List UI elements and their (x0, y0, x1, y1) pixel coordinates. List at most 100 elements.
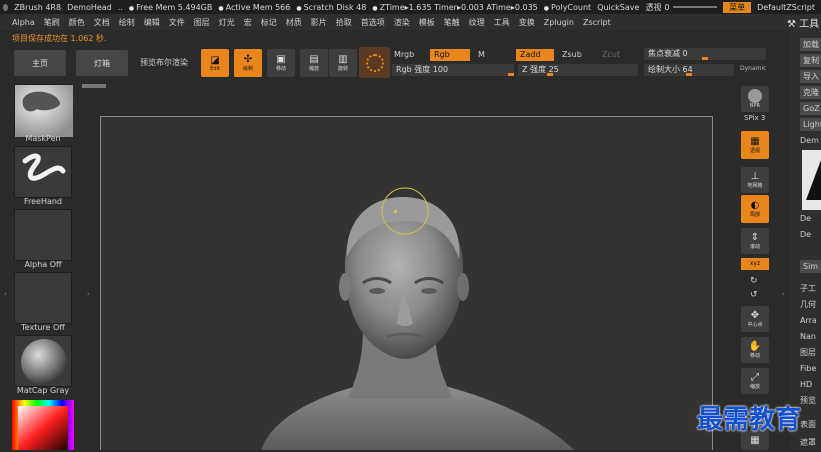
rgb-intensity-slider[interactable]: Rgb 强度 100 (392, 64, 514, 76)
document-canvas[interactable] (100, 116, 713, 450)
status-message: 项目保存成功在 1.062 秒. (12, 34, 107, 43)
z-intensity-slider[interactable]: Z 强度 25 (518, 64, 638, 76)
masking-menu[interactable]: 遮罩 (800, 436, 821, 449)
left-collapse-arrow[interactable]: ‹ (4, 290, 7, 298)
copy-tool-button[interactable]: 复制 (800, 54, 821, 67)
opacity-slider[interactable] (672, 6, 718, 8)
geometry-menu[interactable]: 几何 (800, 298, 821, 311)
scroll-button[interactable]: ⇕ 滚动 (741, 228, 769, 254)
hand-icon: ✋ (748, 341, 762, 352)
menu-render[interactable]: 渲染 (394, 17, 410, 28)
dynamic-toggle[interactable]: Dynamic (740, 65, 766, 72)
left-inner-collapse-arrow[interactable]: › (87, 290, 90, 298)
surface-menu[interactable]: 表面 (800, 418, 821, 431)
menu-stencil[interactable]: 模板 (419, 17, 435, 28)
import-button[interactable]: 导入 (800, 70, 821, 83)
menu-material[interactable]: 材质 (286, 17, 302, 28)
scale-button[interactable]: ▤ 缩放 (300, 49, 328, 77)
rgb-intensity-thumb[interactable] (508, 73, 514, 76)
menu-zplugin[interactable]: Zplugin (544, 18, 574, 27)
array-mesh-menu[interactable]: Arra (800, 314, 821, 327)
lightbox-button[interactable]: 灯箱 (76, 50, 128, 76)
center-point-button[interactable]: ✥ 中心点 (741, 306, 769, 332)
menu-file[interactable]: 文件 (169, 17, 185, 28)
menu-document[interactable]: 文档 (94, 17, 110, 28)
move-view-button[interactable]: ✋ 移动 (741, 337, 769, 363)
menu-preferences[interactable]: 首选项 (361, 17, 385, 28)
alpha-thumbnail[interactable] (14, 209, 72, 261)
subtool-menu[interactable]: 子工 (800, 282, 821, 295)
draw-button[interactable]: ✣ 绘制 (234, 49, 262, 77)
xyz-toggle[interactable]: xyz (741, 258, 769, 270)
floor-grid-button[interactable]: ⊥ 地网格 (741, 167, 769, 193)
stroke-thumbnail[interactable] (14, 146, 72, 198)
menu-texture[interactable]: 纹理 (469, 17, 485, 28)
demo-head-subtool-1[interactable]: De (800, 212, 821, 225)
brush-thumbnail[interactable] (14, 84, 73, 137)
preview-render-button[interactable]: 预览布尔渲染 (140, 57, 188, 68)
spix-setting[interactable]: SPix 3 (744, 114, 765, 122)
menu-color[interactable]: 颜色 (69, 17, 85, 28)
simple-brush-button[interactable]: Sim (800, 260, 821, 273)
home-button[interactable]: 主页 (14, 50, 66, 76)
menu-edit[interactable]: 编辑 (144, 17, 160, 28)
rotate-button[interactable]: ▥ 旋转 (329, 49, 357, 77)
menu-zscript[interactable]: Zscript (583, 18, 611, 27)
rgb-toggle[interactable]: Rgb (430, 49, 470, 61)
load-tool-button[interactable]: 加载 (800, 38, 821, 51)
quicksave-button[interactable]: QuickSave (597, 3, 639, 12)
tool-palette-title[interactable]: ⚒ 工具 (787, 15, 819, 30)
menu-picker[interactable]: 拾取 (336, 17, 352, 28)
menu-movie[interactable]: 影片 (311, 17, 327, 28)
color-picker[interactable] (12, 400, 74, 450)
mrgb-toggle[interactable]: Mrgb (394, 50, 414, 59)
menu-button[interactable]: 菜单 (723, 1, 752, 13)
menu-stroke[interactable]: 笔触 (444, 17, 460, 28)
menu-light[interactable]: 灯光 (219, 17, 235, 28)
menu-brush[interactable]: 笔刷 (44, 17, 60, 28)
perspective-button[interactable]: ▦ 透视 (741, 131, 769, 159)
menu-draw[interactable]: 绘制 (119, 17, 135, 28)
material-thumbnail[interactable] (14, 335, 72, 387)
bpr-button[interactable]: BPR (741, 86, 769, 112)
edit-button[interactable]: ◪ Edit (201, 49, 229, 77)
hd-geometry-menu[interactable]: HD (800, 378, 821, 391)
scale-view-button[interactable]: ⤢ 缩放 (741, 368, 769, 394)
tray-divider-handle[interactable] (82, 84, 106, 88)
texture-thumbnail[interactable] (14, 272, 72, 324)
rotate-y-icon[interactable]: ↻ (750, 276, 758, 286)
tool-thumbnail[interactable] (802, 150, 821, 210)
z-intensity-thumb[interactable] (547, 73, 553, 76)
focal-shift-thumb[interactable] (702, 57, 708, 60)
zadd-toggle[interactable]: Zadd (516, 49, 554, 61)
rotate-z-icon[interactable]: ↺ (750, 290, 758, 300)
head-model-view[interactable] (101, 117, 713, 450)
draw-size-slider[interactable]: 绘制大小 64 (644, 64, 734, 76)
goz-button[interactable]: GoZ (800, 102, 821, 115)
demo-head-label[interactable]: Dem (800, 134, 821, 147)
clone-button[interactable]: 克隆 (800, 86, 821, 99)
focal-shift-slider[interactable]: 焦点衰减 0 (644, 48, 766, 60)
preview-menu[interactable]: 预览 (800, 394, 821, 407)
local-symmetry-button[interactable]: ◐ 局部 (741, 195, 769, 223)
menu-marker[interactable]: 标记 (261, 17, 277, 28)
layers-menu[interactable]: 图层 (800, 346, 821, 359)
polycount[interactable]: PolyCount (544, 3, 591, 12)
fibermesh-menu[interactable]: Fibe (800, 362, 821, 375)
zcut-toggle[interactable]: Zcut (598, 49, 624, 61)
right-collapse-arrow[interactable]: › (782, 290, 785, 298)
zsub-toggle[interactable]: Zsub (558, 49, 586, 61)
sculptris-pro-button[interactable] (359, 47, 390, 78)
menu-transform[interactable]: 变换 (519, 17, 535, 28)
m-toggle[interactable]: M (474, 49, 489, 61)
menu-layer[interactable]: 图层 (194, 17, 210, 28)
menu-tool[interactable]: 工具 (494, 17, 510, 28)
nanomesh-menu[interactable]: Nan (800, 330, 821, 343)
lightbox-tools-button[interactable]: Light (800, 118, 821, 131)
menu-alpha[interactable]: Alpha (12, 18, 35, 27)
demo-head-subtool-2[interactable]: De (800, 228, 821, 241)
menu-macro[interactable]: 宏 (244, 17, 252, 28)
move-button[interactable]: ▣ 移动 (267, 49, 295, 77)
draw-size-thumb[interactable] (686, 73, 692, 76)
default-zscript[interactable]: DefaultZScript (757, 3, 815, 12)
